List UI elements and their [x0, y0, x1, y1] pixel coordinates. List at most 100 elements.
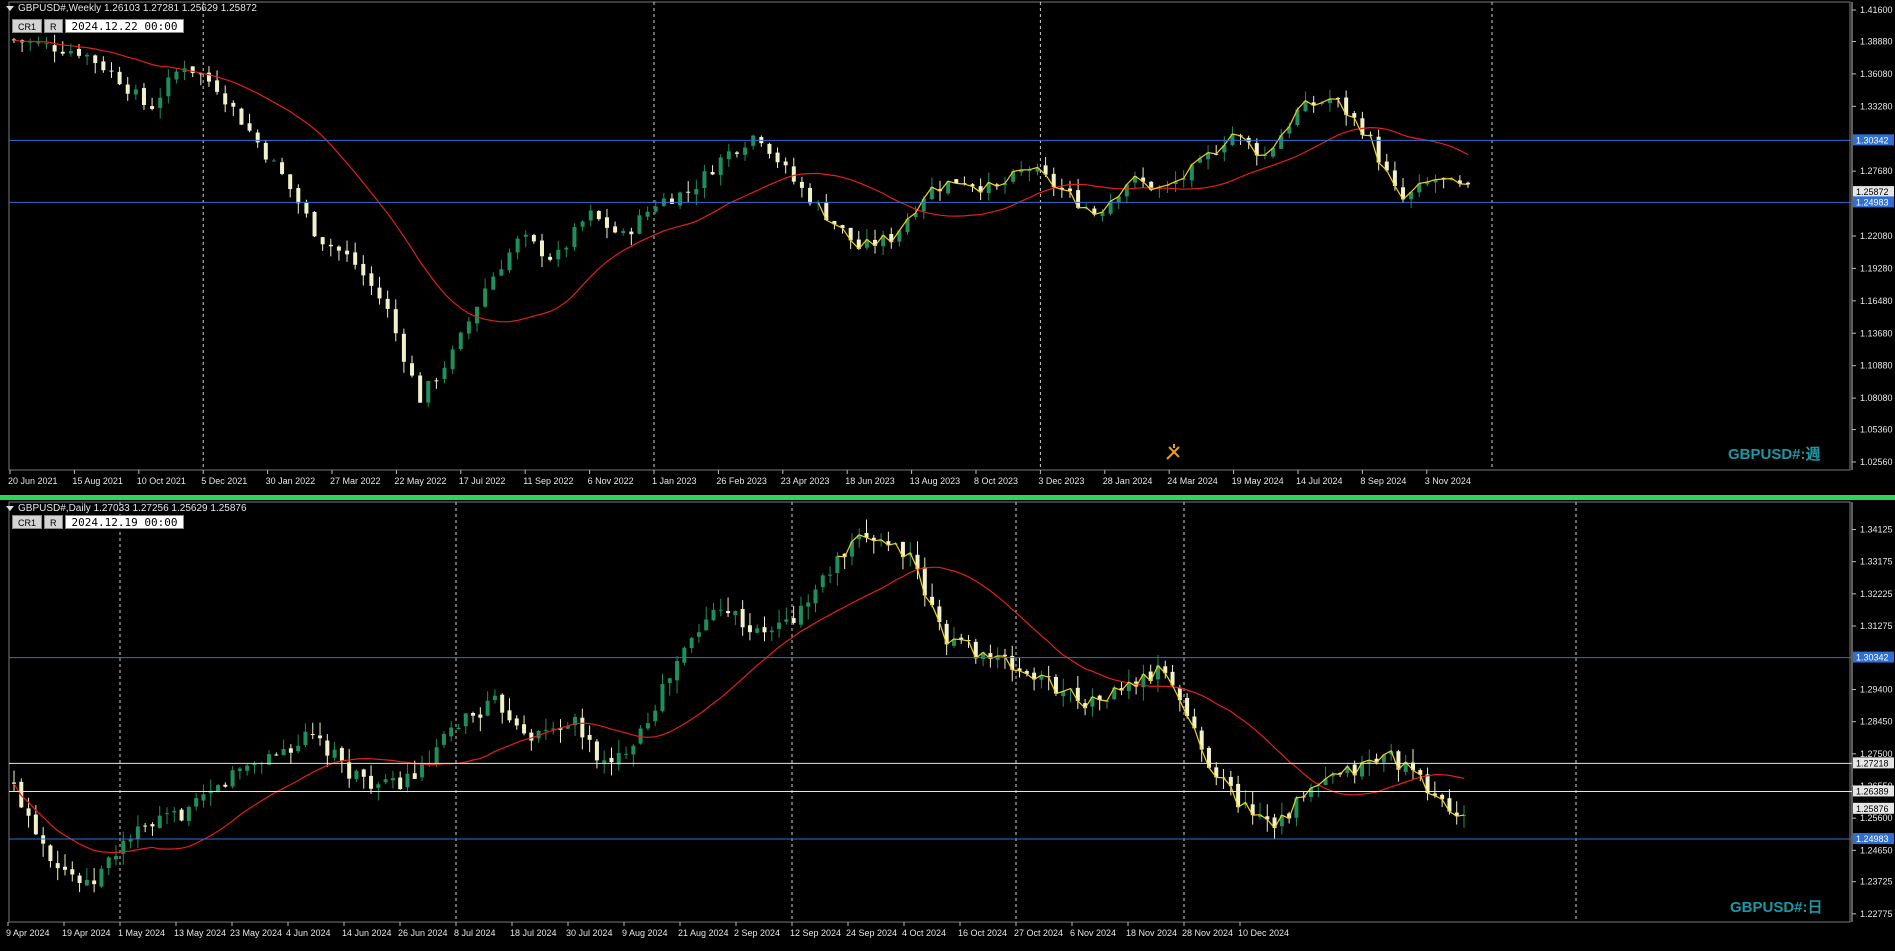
bear-candle [339, 748, 344, 761]
bear-candle [361, 769, 366, 777]
bull-candle [798, 605, 803, 625]
bull-candle [682, 647, 687, 663]
time-label: 26 Jun 2024 [398, 928, 448, 938]
bear-candle [247, 123, 252, 131]
time-label: 10 Dec 2024 [1238, 928, 1289, 938]
bear-candle [48, 845, 53, 862]
price-marker-label: 1.25876 [1856, 804, 1889, 814]
bull-candle [456, 727, 461, 730]
bull-candle [645, 211, 650, 217]
bear-candle [604, 217, 609, 228]
bear-candle [791, 166, 796, 182]
price-marker-label: 1.30342 [1856, 135, 1889, 145]
bull-candle [271, 160, 276, 162]
bull-candle [543, 729, 548, 731]
bear-candle [548, 256, 553, 260]
bear-candle [26, 808, 31, 816]
price-label: 1.24650 [1860, 845, 1893, 855]
time-label: 19 May 2024 [1232, 476, 1284, 486]
weekly-date-field[interactable]: 2024.12.22 00:00 [64, 19, 185, 33]
time-label: 9 Aug 2024 [622, 928, 668, 938]
bull-candle [572, 227, 577, 248]
daily-r-button[interactable]: R [44, 515, 63, 529]
moving-average-line [13, 566, 1465, 854]
bear-candle [52, 45, 57, 52]
moving-average-line [13, 39, 1469, 323]
bull-candle [376, 784, 381, 788]
bull-candle [784, 619, 789, 622]
daily-chart-canvas[interactable]: 1.34125 1.33175 1.32225 1.31275 1.29400 1.284… [0, 500, 1895, 946]
time-label: 18 Jul 2024 [510, 928, 557, 938]
bull-candle [85, 54, 90, 57]
bear-candle [412, 773, 417, 779]
bear-candle [318, 735, 323, 739]
price-label: 1.05360 [1860, 425, 1893, 435]
time-label: 2 Sep 2024 [734, 928, 780, 938]
bear-candle [522, 724, 527, 734]
time-label: 11 Sep 2022 [523, 476, 573, 486]
bull-candle [354, 770, 359, 780]
bull-candle [133, 89, 138, 95]
bull-candle [114, 855, 119, 860]
bear-candle [587, 734, 592, 740]
price-label: 1.33280 [1860, 101, 1893, 111]
bull-candle [653, 206, 658, 212]
time-label: 1 Jan 2023 [652, 476, 697, 486]
bear-candle [325, 740, 330, 756]
bear-candle [345, 250, 350, 255]
time-label: 3 Nov 2024 [1425, 476, 1471, 486]
weekly-chart-canvas[interactable]: 1.41600 1.38880 1.36080 1.33280 1.27680 1.220… [0, 0, 1895, 495]
bull-candle [828, 574, 833, 576]
price-marker-label: 1.26389 [1856, 786, 1889, 796]
bull-candle [281, 749, 286, 756]
bear-candle [274, 754, 279, 756]
daily-chart-panel[interactable]: 1.34125 1.33175 1.32225 1.31275 1.29400 1.284… [0, 500, 1895, 946]
bull-candle [106, 857, 111, 869]
dropdown-triangle-icon[interactable] [6, 505, 14, 511]
bear-candle [263, 142, 268, 160]
bull-candle [755, 628, 760, 633]
price-label: 1.19280 [1860, 263, 1893, 273]
bull-candle [36, 42, 41, 44]
time-label: 23 Apr 2023 [781, 476, 830, 486]
daily-date-field[interactable]: 2024.12.19 00:00 [64, 515, 185, 529]
bear-candle [385, 298, 390, 309]
bull-candle [165, 813, 170, 815]
time-label: 18 Nov 2024 [1126, 928, 1177, 938]
bull-candle [68, 50, 73, 54]
time-label: 19 Apr 2024 [62, 928, 111, 938]
bull-candle [252, 763, 257, 766]
time-label: 22 May 2022 [394, 476, 446, 486]
bull-candle [475, 306, 480, 324]
daily-cr1-button[interactable]: CR1 [12, 515, 43, 529]
bear-candle [529, 732, 534, 741]
dropdown-triangle-icon[interactable] [6, 5, 14, 11]
bull-candle [653, 710, 658, 722]
price-label: 1.13680 [1860, 328, 1893, 338]
bull-candle [390, 778, 395, 781]
bear-candle [255, 132, 260, 143]
plot-frame [8, 1, 1851, 471]
weekly-chart-panel[interactable]: 1.41600 1.38880 1.36080 1.33280 1.27680 1.220… [0, 0, 1895, 495]
bull-candle [135, 826, 140, 839]
bear-candle [393, 309, 398, 334]
bull-candle [463, 713, 468, 727]
bear-candle [434, 380, 439, 382]
bull-candle [491, 276, 496, 290]
bull-candle [44, 43, 49, 45]
weekly-r-button[interactable]: R [44, 19, 63, 33]
bear-candle [336, 246, 341, 251]
bull-candle [492, 695, 497, 701]
time-label: 28 Jan 2024 [1103, 476, 1153, 486]
bear-candle [150, 106, 155, 109]
bear-candle [369, 273, 374, 286]
bull-candle [405, 773, 410, 788]
weekly-cr1-button[interactable]: CR1 [12, 19, 43, 33]
bull-candle [237, 768, 242, 772]
bull-candle [726, 151, 731, 160]
bear-candle [239, 108, 244, 125]
time-label: 13 May 2024 [174, 928, 226, 938]
bear-candle [55, 863, 60, 869]
price-label: 1.34125 [1860, 524, 1893, 534]
bear-candle [92, 880, 97, 885]
